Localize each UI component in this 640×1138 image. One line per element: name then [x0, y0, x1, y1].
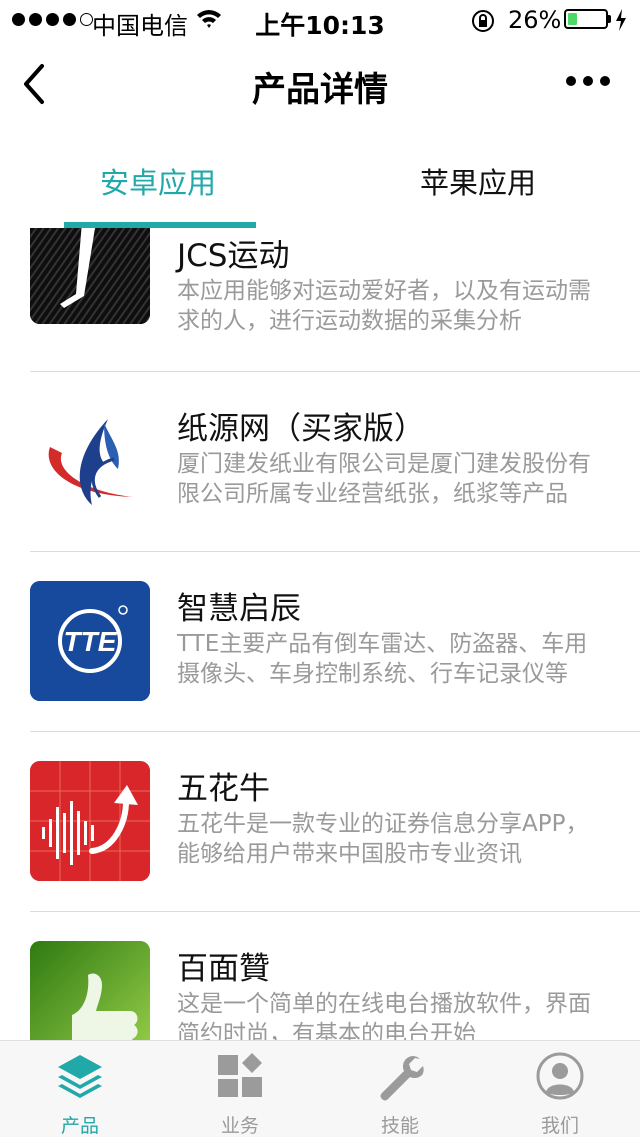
list-item[interactable]: JCS运动 本应用能够对运动爱好者，以及有运动需求的人，进行运动数据的采集分析 — [0, 228, 640, 384]
segment-tabs: 安卓应用 苹果应用 — [0, 140, 640, 228]
thumbs-up-logo-icon — [30, 941, 150, 1040]
divider — [30, 551, 640, 552]
more-horizontal-icon[interactable] — [566, 76, 610, 86]
app-title: 五花牛 — [177, 771, 270, 807]
list-item[interactable]: 五花牛 五花牛是一款专业的证券信息分享APP，能够给用户带来中国股市专业资讯 — [0, 761, 640, 941]
tab-android-apps[interactable]: 安卓应用 — [100, 160, 216, 202]
divider — [30, 911, 640, 912]
tte-logo-icon: TTE — [30, 581, 150, 701]
tab-skills[interactable]: 技能 — [320, 1041, 480, 1137]
charging-icon — [614, 8, 628, 36]
battery-percent: 26% — [508, 6, 562, 34]
status-bar: 中国电信 上午10:13 26% — [0, 0, 640, 40]
app-description: 五花牛是一款专业的证券信息分享APP，能够给用户带来中国股市专业资讯 — [177, 811, 589, 867]
tab-products[interactable]: 产品 — [0, 1041, 160, 1137]
orientation-lock-icon — [470, 8, 496, 38]
app-description: 本应用能够对运动爱好者，以及有运动需求的人，进行运动数据的采集分析 — [177, 278, 591, 334]
jcs-logo-icon — [30, 228, 150, 324]
app-list: JCS运动 本应用能够对运动爱好者，以及有运动需求的人，进行运动数据的采集分析 … — [0, 228, 640, 1040]
svg-text:TTE: TTE — [64, 626, 118, 657]
app-description: TTE主要产品有倒车雷达、防盗器、车用摄像头、车身控制系统、行车记录仪等 — [177, 631, 588, 687]
grid-icon — [216, 1051, 264, 1101]
app-description: 这是一个简单的在线电台播放软件，界面简约时尚，有基本的电台开始 — [177, 991, 591, 1040]
bottom-tab-bar: 产品 业务 技能 我们 — [0, 1040, 640, 1137]
list-item[interactable]: 百面贊 这是一个简单的在线电台播放软件，界面简约时尚，有基本的电台开始 — [0, 941, 640, 1040]
tab-ios-apps[interactable]: 苹果应用 — [420, 160, 536, 202]
tab-label: 我们 — [540, 1115, 579, 1137]
battery-tip — [608, 15, 611, 23]
list-item[interactable]: 纸源网（买家版） 厦门建发纸业有限公司是厦门建发股份有限公司所属专业经营纸张，纸… — [0, 401, 640, 581]
wrench-icon — [376, 1051, 424, 1101]
tab-label: 业务 — [220, 1115, 259, 1137]
paper-logo-icon — [30, 401, 150, 521]
battery-icon — [564, 9, 608, 29]
app-description: 厦门建发纸业有限公司是厦门建发股份有限公司所属专业经营纸张，纸浆等产品 — [177, 451, 591, 507]
layers-icon — [56, 1051, 104, 1101]
tab-label: 技能 — [380, 1115, 419, 1137]
app-title: 智慧启辰 — [177, 591, 301, 627]
app-title: 百面贊 — [177, 951, 270, 987]
divider — [30, 731, 640, 732]
divider — [30, 371, 640, 372]
app-title: 纸源网（买家版） — [177, 411, 425, 447]
list-item[interactable]: TTE 智慧启辰 TTE主要产品有倒车雷达、防盗器、车用摄像头、车身控制系统、行… — [0, 581, 640, 761]
tab-business[interactable]: 业务 — [160, 1041, 320, 1137]
tab-label: 产品 — [60, 1115, 99, 1137]
user-avatar-icon — [536, 1051, 584, 1101]
app-title: JCS运动 — [177, 238, 290, 274]
stock-logo-icon — [30, 761, 150, 881]
tab-about-us[interactable]: 我们 — [480, 1041, 640, 1137]
navigation-bar: 产品详情 — [0, 40, 640, 128]
page-title: 产品详情 — [252, 70, 388, 110]
